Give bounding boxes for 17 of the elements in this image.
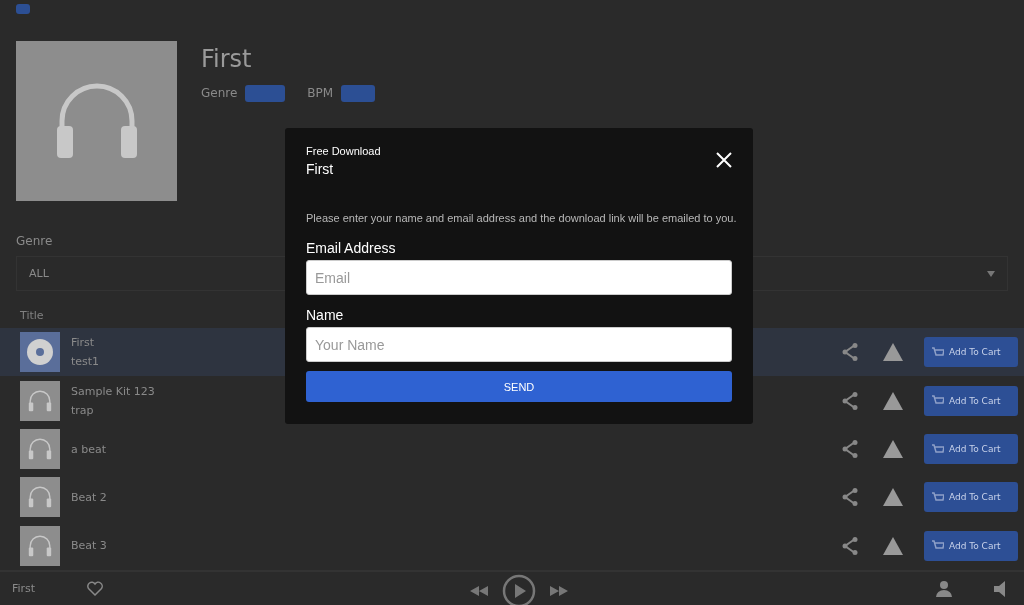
- dialog-kicker: Free Download: [306, 145, 381, 157]
- filter-label: Genre: [16, 234, 53, 249]
- now-playing-title: First: [12, 582, 36, 596]
- bpm-label: BPM: [307, 86, 334, 101]
- track-tag: trap: [71, 403, 94, 417]
- track-name: First: [71, 336, 95, 350]
- field-label: Name: [306, 307, 345, 323]
- track-title: First: [201, 44, 253, 73]
- genre-label: Genre: [201, 86, 238, 101]
- track-name: Sample Kit 123: [71, 384, 155, 398]
- field-label: Email Address: [306, 240, 397, 256]
- track-name: a beat: [71, 442, 107, 456]
- track-tag: test1: [71, 355, 100, 369]
- dialog-title: First: [306, 161, 335, 177]
- track-name: Beat 3: [71, 539, 107, 553]
- column-header: Title: [20, 308, 44, 322]
- track-name: Beat 2: [71, 490, 107, 504]
